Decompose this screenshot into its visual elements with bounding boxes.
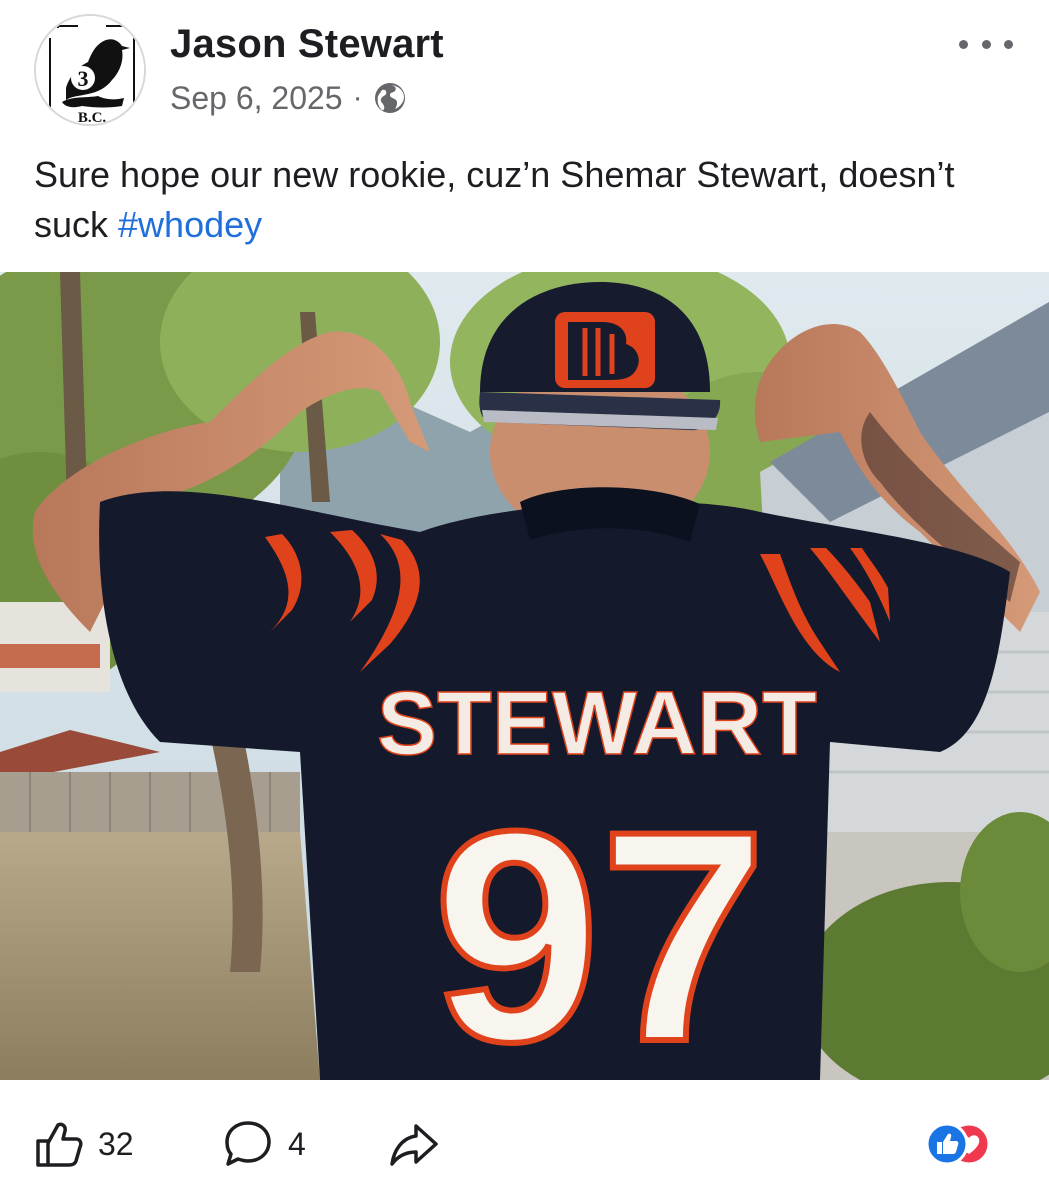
photo-illustration: STEWART 97	[0, 272, 1049, 1080]
dot-icon	[959, 39, 968, 49]
post-photo[interactable]: STEWART 97	[0, 272, 1049, 1080]
author-name[interactable]: Jason Stewart	[170, 22, 444, 67]
share-icon	[390, 1124, 438, 1166]
dot-icon	[981, 39, 991, 49]
comment-icon	[225, 1121, 271, 1166]
author-avatar[interactable]: 3 B.C.	[34, 14, 146, 126]
share-button[interactable]	[388, 1118, 440, 1170]
hashtag-link[interactable]: #whodey	[118, 204, 262, 245]
post-actions-bar: 32 4	[0, 1096, 1049, 1192]
svg-text:B.C.: B.C.	[78, 110, 107, 126]
like-count: 32	[98, 1125, 134, 1162]
reaction-icons	[925, 1122, 991, 1166]
jersey-name: STEWART	[377, 674, 817, 774]
comment-count: 4	[288, 1125, 306, 1162]
crow-logo-icon: 3 B.C.	[36, 16, 144, 126]
reactions-summary[interactable]	[925, 1122, 1015, 1166]
more-options-button[interactable]	[959, 30, 1013, 58]
like-button[interactable]: 32	[34, 1118, 134, 1170]
svg-text:3: 3	[78, 66, 89, 91]
post-text: Sure hope our new rookie, cuz’n Shemar S…	[34, 150, 1024, 250]
jersey-number: 97	[433, 768, 767, 1080]
comment-button[interactable]: 4	[222, 1118, 306, 1170]
post-date[interactable]: Sep 6, 2025	[170, 80, 343, 117]
post-meta: Sep 6, 2025 ·	[170, 78, 407, 118]
thumbs-up-icon	[36, 1122, 83, 1167]
globe-icon	[374, 83, 405, 113]
dot-icon	[1004, 39, 1013, 49]
meta-separator: ·	[352, 81, 363, 114]
facebook-post: 3 B.C. Jason Stewart Sep 6, 2025 · Sure …	[0, 0, 1049, 1200]
